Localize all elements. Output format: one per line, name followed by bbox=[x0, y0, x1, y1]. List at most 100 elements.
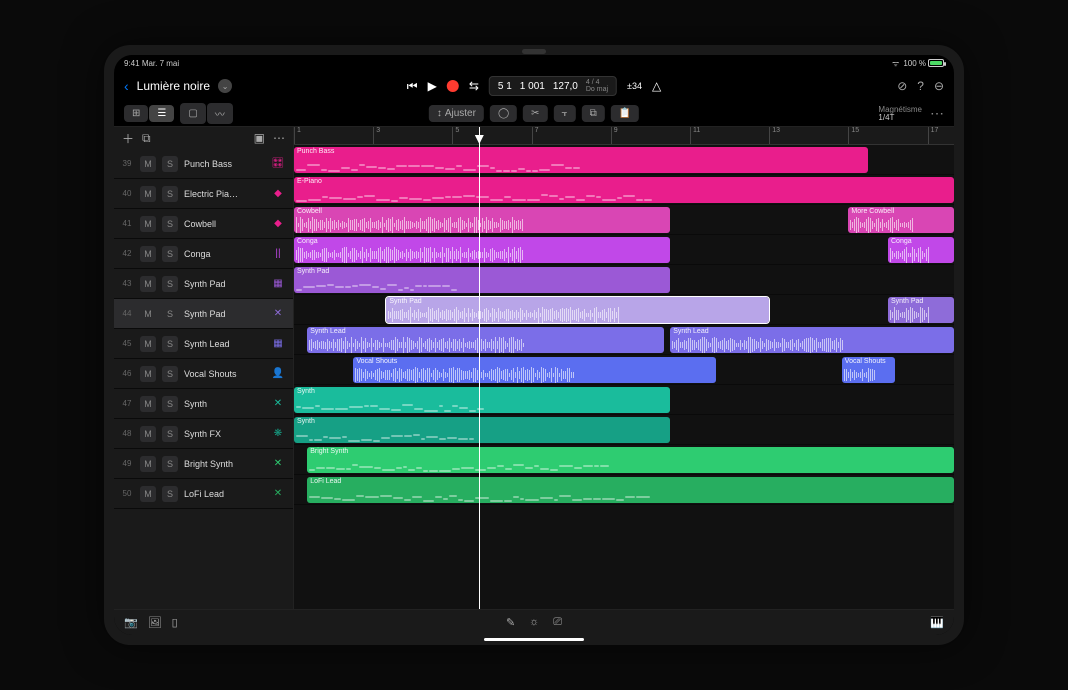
join-button[interactable]: ⫟ bbox=[554, 105, 576, 122]
duplicate-track-button[interactable]: ⧉ bbox=[142, 131, 151, 146]
track-icon[interactable]: ✕ bbox=[269, 485, 287, 503]
solo-button[interactable]: S bbox=[162, 456, 178, 472]
track-row[interactable]: 42 M S Conga || bbox=[114, 239, 293, 269]
rewind-button[interactable]: ⏮ bbox=[407, 79, 418, 94]
play-button[interactable]: ▶ bbox=[428, 79, 437, 93]
region[interactable]: Conga bbox=[888, 237, 954, 263]
track-icon[interactable]: ▦ bbox=[269, 335, 287, 353]
track-row[interactable]: 48 M S Synth FX ❋ bbox=[114, 419, 293, 449]
solo-button[interactable]: S bbox=[162, 336, 178, 352]
record-button[interactable] bbox=[447, 80, 459, 92]
view-automation-button[interactable]: 〰 bbox=[207, 103, 233, 124]
track-row[interactable]: 39 M S Punch Bass 🎛 bbox=[114, 149, 293, 179]
view-list-button[interactable]: ☰ bbox=[149, 105, 174, 122]
region[interactable]: Cowbell bbox=[294, 207, 670, 233]
track-icon[interactable]: ◆ bbox=[269, 215, 287, 233]
view-grid-button[interactable]: ⊞ bbox=[124, 105, 148, 122]
region[interactable]: Bright Synth bbox=[307, 447, 954, 473]
mute-button[interactable]: M bbox=[140, 276, 156, 292]
mute-button[interactable]: M bbox=[140, 186, 156, 202]
back-button[interactable]: ‹ bbox=[124, 78, 129, 94]
region[interactable]: Synth Lead bbox=[307, 327, 663, 353]
track-row[interactable]: 43 M S Synth Pad ▦ bbox=[114, 269, 293, 299]
browser-button[interactable]: ▯ bbox=[172, 616, 178, 629]
timeline[interactable]: 1357911131517 Punch Bass E-Piano Cowbell Mo… bbox=[294, 127, 954, 609]
track-icon[interactable]: || bbox=[269, 245, 287, 263]
mute-button[interactable]: M bbox=[140, 246, 156, 262]
track-row[interactable]: 46 M S Vocal Shouts 👤 bbox=[114, 359, 293, 389]
help-button[interactable]: ? bbox=[917, 79, 924, 93]
solo-button[interactable]: S bbox=[162, 366, 178, 382]
mute-button[interactable]: M bbox=[140, 456, 156, 472]
solo-button[interactable]: S bbox=[162, 156, 178, 172]
track-row[interactable]: 47 M S Synth ✕ bbox=[114, 389, 293, 419]
region[interactable]: Punch Bass bbox=[294, 147, 868, 173]
track-row[interactable]: 50 M S LoFi Lead ✕ bbox=[114, 479, 293, 509]
scissors-button[interactable]: ✂ bbox=[523, 105, 547, 122]
settings-button[interactable]: ⊖ bbox=[934, 79, 944, 93]
mute-button[interactable]: M bbox=[140, 156, 156, 172]
region[interactable]: Synth Pad bbox=[386, 297, 769, 323]
mixer-button[interactable]: ⎚ bbox=[553, 616, 562, 629]
track-icon[interactable]: ▦ bbox=[269, 275, 287, 293]
track-icon[interactable]: 🎛 bbox=[269, 155, 287, 173]
mute-button[interactable]: M bbox=[140, 486, 156, 502]
view-mixer-button[interactable]: ▢ bbox=[180, 103, 205, 124]
region[interactable]: Synth Pad bbox=[888, 297, 954, 323]
mute-button[interactable]: M bbox=[140, 366, 156, 382]
solo-button[interactable]: S bbox=[162, 216, 178, 232]
adjust-button[interactable]: ↕ Ajuster bbox=[429, 105, 484, 122]
track-icon[interactable]: ◆ bbox=[269, 185, 287, 203]
keyboard-button[interactable]: 🎹 bbox=[930, 617, 944, 629]
track-icon[interactable]: ✕ bbox=[269, 395, 287, 413]
project-title[interactable]: Lumière noire bbox=[137, 79, 210, 93]
more-button[interactable]: ⋯ bbox=[930, 105, 944, 122]
track-row[interactable]: 45 M S Synth Lead ▦ bbox=[114, 329, 293, 359]
snap-value[interactable]: 1/4T bbox=[878, 114, 922, 122]
ruler[interactable]: 1357911131517 bbox=[294, 127, 954, 145]
track-icon[interactable]: 👤 bbox=[269, 365, 287, 383]
camera-button[interactable]: 📷 bbox=[124, 616, 138, 629]
solo-button[interactable]: S bbox=[162, 306, 178, 322]
region[interactable]: Vocal Shouts bbox=[842, 357, 895, 383]
mute-button[interactable]: M bbox=[140, 216, 156, 232]
region[interactable]: Synth bbox=[294, 417, 670, 443]
track-icon[interactable]: ❋ bbox=[269, 425, 287, 443]
solo-button[interactable]: S bbox=[162, 246, 178, 262]
mute-button[interactable]: M bbox=[140, 396, 156, 412]
playhead[interactable] bbox=[479, 127, 480, 609]
region[interactable]: Conga bbox=[294, 237, 670, 263]
paste-button[interactable]: 📋 bbox=[611, 105, 639, 122]
copy-button[interactable]: ⧉ bbox=[582, 105, 605, 122]
region[interactable]: Synth Pad bbox=[294, 267, 670, 293]
inspector-button[interactable]: ☼ bbox=[529, 616, 539, 629]
undo-button[interactable]: ⊘ bbox=[897, 79, 907, 93]
region[interactable]: E-Piano bbox=[294, 177, 954, 203]
solo-button[interactable]: S bbox=[162, 276, 178, 292]
region[interactable]: LoFi Lead bbox=[307, 477, 954, 503]
track-settings-button[interactable]: ▣ bbox=[254, 131, 265, 145]
metronome-button[interactable]: △ bbox=[652, 79, 661, 93]
mute-button[interactable]: M bbox=[140, 426, 156, 442]
track-icon[interactable]: ✕ bbox=[269, 305, 287, 323]
track-more-button[interactable]: ⋯ bbox=[273, 131, 285, 145]
region[interactable]: Synth Lead bbox=[670, 327, 954, 353]
lcd-display[interactable]: 5 1 1 001 127,0 4 / 4 Do maj bbox=[489, 76, 617, 96]
mute-button[interactable]: M bbox=[140, 306, 156, 322]
project-badge[interactable]: ⌄ bbox=[218, 79, 232, 93]
mute-button[interactable]: M bbox=[140, 336, 156, 352]
loop-tool-button[interactable]: ◯ bbox=[490, 105, 517, 122]
add-track-button[interactable]: ＋ bbox=[122, 130, 134, 147]
track-row[interactable]: 49 M S Bright Synth ✕ bbox=[114, 449, 293, 479]
region[interactable]: More Cowbell bbox=[848, 207, 954, 233]
solo-button[interactable]: S bbox=[162, 486, 178, 502]
cycle-button[interactable]: ⇆ bbox=[469, 79, 479, 93]
track-row[interactable]: 40 M S Electric Pia… ◆ bbox=[114, 179, 293, 209]
solo-button[interactable]: S bbox=[162, 186, 178, 202]
region[interactable]: Synth bbox=[294, 387, 670, 413]
region[interactable]: Vocal Shouts bbox=[353, 357, 716, 383]
solo-button[interactable]: S bbox=[162, 396, 178, 412]
track-icon[interactable]: ✕ bbox=[269, 455, 287, 473]
edit-button[interactable]: ✎ bbox=[506, 616, 515, 629]
library-button[interactable]: 🖼 bbox=[148, 616, 162, 629]
